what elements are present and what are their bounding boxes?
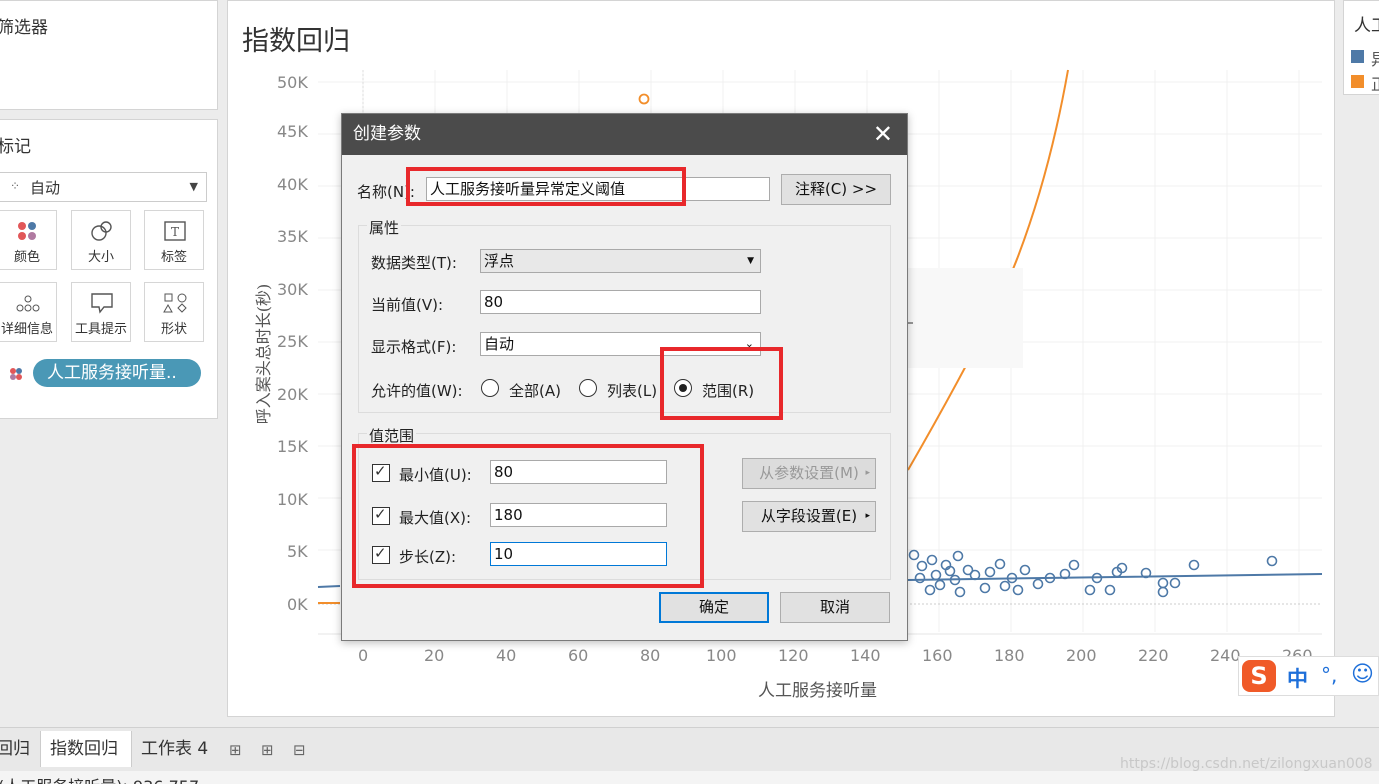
display-format-label: 显示格式(F):: [371, 338, 457, 356]
tab-exponential-regression[interactable]: 指数回归: [40, 731, 132, 767]
x-tick: 60: [568, 646, 589, 665]
current-value-input[interactable]: 80: [480, 290, 761, 314]
legend-title: 人工: [1354, 16, 1379, 36]
dialog-title: 创建参数: [353, 124, 421, 144]
ime-toolbar[interactable]: S 中 °, ☺: [1238, 656, 1379, 696]
y-tick: 25K: [277, 332, 308, 351]
from-field-label: 从字段设置(E): [760, 507, 858, 525]
x-tick: 100: [706, 646, 737, 665]
highlight-name-field: [406, 167, 686, 206]
y-tick: 0K: [287, 595, 308, 614]
from-parameter-label: 从参数设置(M): [759, 464, 859, 482]
x-tick: 40: [496, 646, 517, 665]
data-type-value: 浮点: [484, 252, 515, 270]
x-tick: 220: [1138, 646, 1169, 665]
data-type-label: 数据类型(T):: [371, 254, 457, 272]
status-text: (人工服务接听量): 936,757: [0, 773, 199, 784]
tooltip-ghost: [905, 268, 1023, 368]
y-tick: 10K: [277, 490, 308, 509]
x-tick: 20: [424, 646, 445, 665]
y-tick: 5K: [287, 542, 308, 561]
ok-button[interactable]: 确定: [659, 592, 769, 623]
new-story-icon[interactable]: ⊟: [293, 741, 306, 759]
orange-outlier-point: [638, 93, 650, 105]
y-tick: 30K: [277, 280, 308, 299]
x-tick: 200: [1066, 646, 1097, 665]
x-tick: 160: [922, 646, 953, 665]
tab-worksheet-4[interactable]: 工作表 4: [141, 731, 208, 767]
y-tick: 15K: [277, 437, 308, 456]
new-dashboard-icon[interactable]: ⊞: [261, 741, 274, 759]
from-parameter-button[interactable]: 从参数设置(M) ▸: [742, 458, 876, 489]
legend-card: 人工 异 正: [1343, 0, 1379, 95]
radio-list[interactable]: [579, 379, 597, 397]
radio-list-label: 列表(L): [607, 382, 658, 400]
ime-punct-icon: °,: [1321, 663, 1338, 687]
x-tick: 180: [994, 646, 1025, 665]
chevron-down-icon: ▼: [747, 256, 754, 266]
from-field-button[interactable]: 从字段设置(E) ▸: [742, 501, 876, 532]
ime-logo-icon: S: [1242, 660, 1276, 692]
comment-button[interactable]: 注释(C) >>: [781, 174, 891, 205]
legend-label: 异: [1371, 46, 1379, 70]
highlight-range-option: [660, 347, 783, 420]
new-worksheet-icon[interactable]: ⊞: [229, 741, 242, 759]
x-tick: 140: [850, 646, 881, 665]
blue-scatter-points: [908, 549, 1278, 598]
y-tick: 50K: [277, 73, 308, 92]
cancel-button[interactable]: 取消: [780, 592, 890, 623]
y-tick: 45K: [277, 122, 308, 141]
close-icon[interactable]: ✕: [873, 114, 893, 155]
ime-emoji-icon: ☺: [1351, 662, 1374, 687]
x-tick: 240: [1210, 646, 1241, 665]
tab-exponential-regression-label: 指数回归: [50, 739, 118, 759]
display-format-value: 自动: [484, 335, 515, 353]
y-tick: 20K: [277, 385, 308, 404]
legend-swatch-orange: [1351, 75, 1364, 88]
current-value-label: 当前值(V):: [371, 296, 444, 314]
radio-all[interactable]: [481, 379, 499, 397]
status-bar: (人工服务接听量): 936,757: [0, 771, 1379, 784]
x-axis-label: 人工服务接听量: [758, 681, 877, 701]
radio-all-label: 全部(A): [509, 382, 561, 400]
x-tick: 80: [640, 646, 661, 665]
y-tick: 35K: [277, 227, 308, 246]
y-axis-label: 呼入案头总时长(秒): [254, 283, 273, 425]
chevron-right-icon: ▸: [865, 468, 870, 478]
x-tick: 0: [358, 646, 369, 665]
dialog-title-bar: 创建参数 ✕: [342, 114, 907, 155]
range-title: 值范围: [367, 425, 417, 446]
data-type-select[interactable]: 浮点 ▼: [480, 249, 761, 273]
watermark: https://blog.csdn.net/zilongxuan008: [1120, 756, 1373, 772]
x-tick: 120: [778, 646, 809, 665]
ime-mode-label: 中: [1287, 667, 1308, 691]
chevron-right-icon: ▸: [865, 511, 870, 521]
legend-swatch-blue: [1351, 50, 1364, 63]
highlight-range-values: [352, 444, 704, 588]
y-tick: 40K: [277, 175, 308, 194]
legend-label: 正: [1371, 71, 1379, 95]
properties-title: 属性: [367, 217, 402, 238]
tab-regression[interactable]: 回归: [0, 731, 36, 767]
allowed-values-label: 允许的值(W):: [371, 382, 463, 400]
